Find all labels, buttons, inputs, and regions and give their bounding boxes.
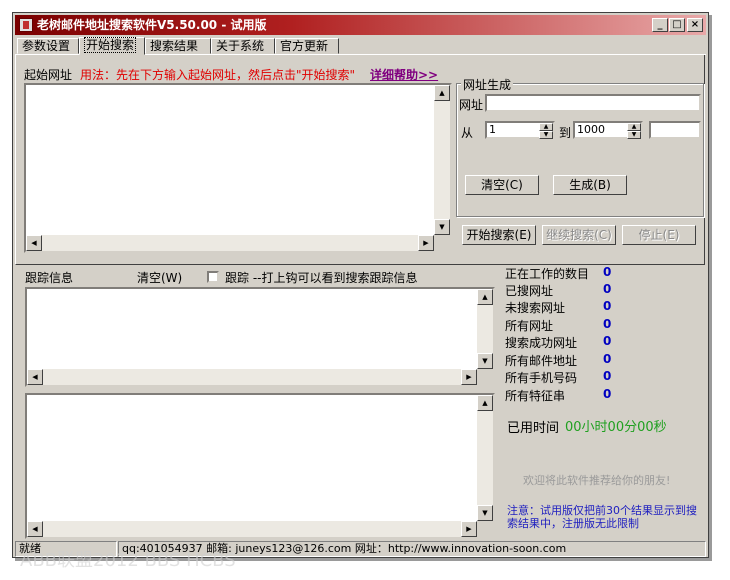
spin-down-icon[interactable]: ▼ <box>539 131 553 139</box>
tab-start-search[interactable]: 开始搜索 <box>79 37 145 55</box>
start-url-label: 起始网址 <box>24 68 73 82</box>
scroll-right-icon[interactable]: ▶ <box>418 235 434 251</box>
help-link[interactable]: 详细帮助>> <box>370 66 438 83</box>
scroll-corner <box>477 369 493 385</box>
stat-label: 所有手机号码 <box>505 371 578 385</box>
url-gen-url-label: 网址 <box>459 98 484 112</box>
trial-notice: 注意：试用版仅把前30个结果显示到搜索结果中，注册版无此限制 <box>507 504 697 530</box>
result-log[interactable]: ▲ ▼ ◀ ▶ <box>25 393 495 539</box>
start-search-button[interactable]: 开始搜索(E) <box>462 225 536 245</box>
title-bar[interactable]: 老树邮件地址搜索软件V5.50.00 - 试用版 _ □ × <box>15 15 706 35</box>
scroll-up-icon[interactable]: ▲ <box>477 289 493 305</box>
scroll-down-icon[interactable]: ▼ <box>477 505 493 521</box>
minimize-button[interactable]: _ <box>652 18 668 32</box>
usage-text: 用法：先在下方输入起始网址，然后点击"开始搜索" <box>80 68 356 82</box>
trace-label: 跟踪信息 <box>25 271 74 285</box>
url-hscroll[interactable]: ◀ ▶ <box>26 235 434 251</box>
stat-label: 所有网址 <box>505 319 554 333</box>
url-gen-group: 网址生成 网址 从 1 ▲ ▼ 到 1000 ▲ ▼ 清空(C) 生成(B) <box>456 76 704 217</box>
scroll-left-icon[interactable]: ◀ <box>27 521 43 537</box>
stat-value: 0 <box>603 334 612 348</box>
stat-label: 未搜索网址 <box>505 301 566 315</box>
tab-results[interactable]: 搜索结果 <box>145 38 211 54</box>
url-gen-legend: 网址生成 <box>461 76 514 93</box>
trace-log[interactable]: ▲ ▼ ◀ ▶ <box>25 287 495 387</box>
watermark: ABB联盟2012 BBS HCBS <box>20 550 236 571</box>
from-spinner[interactable]: ▲ ▼ <box>539 123 553 139</box>
clear-url-button[interactable]: 清空(C) <box>465 175 539 195</box>
stat-label: 所有特征串 <box>505 389 566 403</box>
spin-down-icon[interactable]: ▼ <box>627 131 641 139</box>
scroll-right-icon[interactable]: ▶ <box>461 521 477 537</box>
continue-search-button[interactable]: 继续搜索(C) <box>542 225 616 245</box>
trace-hscroll[interactable]: ◀ ▶ <box>27 369 477 385</box>
url-gen-from-label: 从 <box>461 126 474 140</box>
scroll-up-icon[interactable]: ▲ <box>477 395 493 411</box>
stat-label: 搜索成功网址 <box>505 336 578 350</box>
main-window: 老树邮件地址搜索软件V5.50.00 - 试用版 _ □ × 参数设置 开始搜索… <box>12 12 709 558</box>
app-icon <box>19 18 33 32</box>
stat-value: 0 <box>603 265 612 279</box>
to-spinner[interactable]: ▲ ▼ <box>627 123 641 139</box>
result-vscroll[interactable]: ▲ ▼ <box>477 395 493 521</box>
tab-bar: 参数设置 开始搜索 搜索结果 关于系统 官方更新 <box>15 37 706 55</box>
stat-value: 0 <box>603 299 612 313</box>
to-input[interactable]: 1000 ▲ ▼ <box>573 121 643 139</box>
trace-clear-link[interactable]: 清空(W) <box>137 269 182 286</box>
window-title: 老树邮件地址搜索软件V5.50.00 - 试用版 <box>37 18 267 32</box>
start-search-panel: 起始网址 用法：先在下方输入起始网址，然后点击"开始搜索" 详细帮助>> ▲ ▼… <box>15 55 705 265</box>
result-hscroll[interactable]: ◀ ▶ <box>27 521 477 537</box>
stop-button[interactable]: 停止(E) <box>622 225 696 245</box>
tab-updates[interactable]: 官方更新 <box>275 38 339 54</box>
url-gen-to-label: 到 <box>559 126 572 140</box>
scroll-down-icon[interactable]: ▼ <box>434 219 450 235</box>
scroll-up-icon[interactable]: ▲ <box>434 85 450 101</box>
scroll-corner <box>477 521 493 537</box>
stat-value: 0 <box>603 387 612 401</box>
scroll-left-icon[interactable]: ◀ <box>27 369 43 385</box>
url-vscroll[interactable]: ▲ ▼ <box>434 85 450 235</box>
stat-label: 已搜网址 <box>505 284 554 298</box>
trace-checkbox-label: 跟踪 --打上钩可以看到搜索跟踪信息 <box>225 271 418 285</box>
extra-input[interactable] <box>649 121 701 139</box>
spin-up-icon[interactable]: ▲ <box>627 123 641 131</box>
stat-value: 0 <box>603 317 612 331</box>
trace-vscroll[interactable]: ▲ ▼ <box>477 289 493 369</box>
stat-value: 0 <box>603 282 612 296</box>
stat-value: 0 <box>603 369 612 383</box>
scroll-right-icon[interactable]: ▶ <box>461 369 477 385</box>
generate-button[interactable]: 生成(B) <box>553 175 627 195</box>
spin-up-icon[interactable]: ▲ <box>539 123 553 131</box>
url-gen-url-input[interactable] <box>485 94 701 112</box>
trace-checkbox[interactable] <box>207 271 219 283</box>
close-button[interactable]: × <box>687 18 703 32</box>
stat-label: 所有邮件地址 <box>505 354 578 368</box>
scroll-left-icon[interactable]: ◀ <box>26 235 42 251</box>
scroll-corner <box>434 235 450 251</box>
start-url-textarea[interactable]: ▲ ▼ ◀ ▶ <box>24 83 452 253</box>
elapsed-label: 已用时间 <box>507 421 560 436</box>
scroll-down-icon[interactable]: ▼ <box>477 353 493 369</box>
tab-about[interactable]: 关于系统 <box>211 38 275 54</box>
from-input[interactable]: 1 ▲ ▼ <box>485 121 555 139</box>
stat-value: 0 <box>603 352 612 366</box>
elapsed-value: 00小时00分00秒 <box>565 420 667 435</box>
stat-label: 正在工作的数目 <box>505 267 590 281</box>
recommend-text: 欢迎将此软件推荐给你的朋友! <box>523 474 671 487</box>
maximize-button[interactable]: □ <box>669 18 685 32</box>
tab-params[interactable]: 参数设置 <box>17 38 79 54</box>
